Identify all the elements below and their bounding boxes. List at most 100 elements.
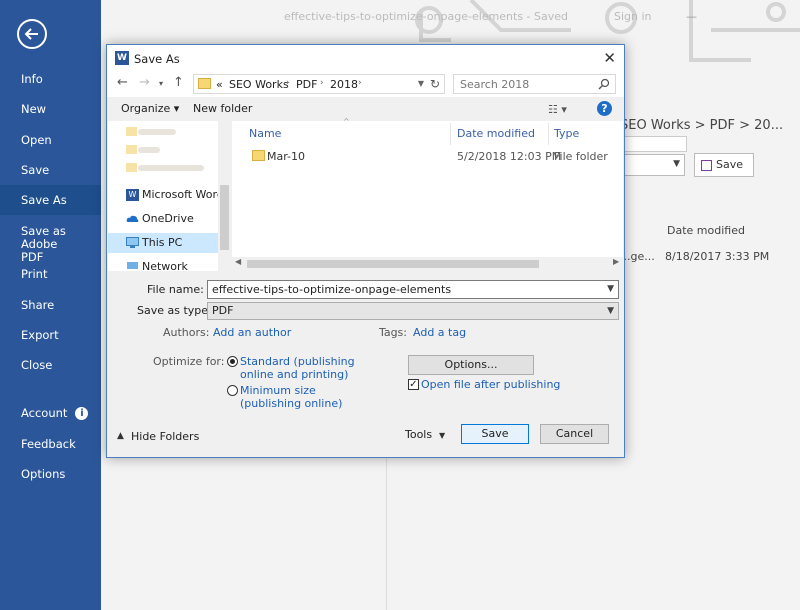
word-icon: W [126,189,139,201]
nav-item-network[interactable]: Network [108,257,218,271]
backstage-sidebar: Info New Open Save Save As Save as Adobe… [0,0,101,610]
address-bar[interactable]: « SEO Works › PDF › 2018 › ▼ ↻ [193,74,445,94]
column-divider[interactable] [450,123,451,145]
breadcrumb-pdf[interactable]: PDF [296,78,317,91]
authors-label: Authors: [163,326,210,339]
address-overflow[interactable]: « [216,78,223,91]
nav-item-this-pc[interactable]: This PC [108,233,218,253]
optimize-minimum-radio[interactable] [227,385,238,396]
file-name-input[interactable]: effective-tips-to-optimize-onpage-elemen… [207,280,619,299]
tools-button[interactable]: Tools [405,428,432,441]
organize-button[interactable]: Organize ▾ [121,102,179,115]
blurred-folder-label [138,165,204,171]
backstage-save-button[interactable]: Save [694,153,754,177]
forward-arrow-icon[interactable]: → [139,75,150,90]
nav-item-microsoft-word[interactable]: W Microsoft Word [108,185,218,205]
sidebar-item-save[interactable]: Save [0,155,101,185]
close-icon[interactable]: ✕ [603,49,616,67]
breadcrumb-seo-works[interactable]: SEO Works [229,78,289,91]
minimize-button[interactable]: — [686,10,697,23]
recent-locations-icon[interactable]: ▾ [159,79,163,88]
file-row-type: File folder [554,150,608,163]
cloud-icon [126,215,139,222]
search-icon [598,78,610,90]
file-list-scroll-thumb[interactable] [247,260,539,268]
optimize-minimum-label[interactable]: Minimum size (publishing online) [240,384,342,410]
backstage-path: SEO Works > PDF > 20... [620,118,784,133]
hide-folders-button[interactable]: Hide Folders [131,430,199,443]
optimize-minimum-line1: Minimum size [240,384,316,397]
back-button[interactable] [17,19,47,49]
up-arrow-icon[interactable]: ↑ [173,75,184,90]
view-options-icon[interactable]: ☷ ▾ [548,103,567,116]
column-header-type[interactable]: Type [554,127,579,140]
column-header-name[interactable]: Name [249,127,281,140]
sidebar-item-feedback[interactable]: Feedback [0,429,101,459]
sidebar-item-options[interactable]: Options [0,459,101,489]
sidebar-item-account[interactable]: Account i [0,398,101,428]
folder-icon [126,127,137,136]
backstage-format-dropdown[interactable]: ▼ [620,154,685,176]
save-as-type-select[interactable]: PDF ▼ [207,302,619,320]
sidebar-item-share[interactable]: Share [0,290,101,320]
file-row-name[interactable]: Mar-10 [267,150,305,163]
navigation-scroll-thumb[interactable] [220,185,229,250]
blurred-folder-label [138,129,176,135]
sidebar-item-info[interactable]: Info [0,64,101,94]
optimize-standard-label[interactable]: Standard (publishing online and printing) [240,355,355,381]
sidebar-item-save-as-adobe-pdf[interactable]: Save as Adobe PDF [0,223,80,264]
chevron-up-icon[interactable]: ▲ [117,431,124,441]
chevron-right-icon[interactable]: › [286,78,290,88]
chevron-down-icon[interactable]: ▼ [439,431,445,440]
dialog-toolbar [107,97,624,121]
sign-in-link[interactable]: Sign in [614,10,652,23]
save-as-dialog: W Save As ✕ ← → ▾ ↑ « SEO Works › PDF › … [106,44,625,458]
dialog-title: Save As [134,52,180,66]
folder-icon [252,150,265,161]
sort-ascending-icon: ^ [343,117,350,126]
open-after-publishing-label[interactable]: Open file after publishing [421,378,560,391]
open-after-publishing-checkbox[interactable]: ✓ [408,379,419,390]
sidebar-item-save-as[interactable]: Save As [0,185,101,215]
save-as-type-label: Save as type: [137,304,212,317]
nav-item-onedrive[interactable]: OneDrive [108,209,218,229]
computer-icon [126,237,139,248]
column-header-date[interactable]: Date modified [457,127,535,140]
add-author-link[interactable]: Add an author [213,326,291,339]
backstage-row-name[interactable]: ...ge... [620,250,655,263]
save-button[interactable]: Save [461,424,529,444]
sidebar-item-close[interactable]: Close [0,350,101,380]
blurred-folder-label [138,147,160,153]
chevron-down-icon[interactable]: ▼ [418,79,424,88]
search-input[interactable]: Search 2018 [453,74,616,94]
column-divider[interactable] [548,123,549,145]
back-arrow-icon[interactable]: ← [117,75,128,90]
sidebar-item-export[interactable]: Export [0,320,101,350]
scroll-right-icon[interactable]: ▶ [613,257,619,266]
backstage-filename-field[interactable] [620,136,687,152]
dialog-titlebar: W Save As ✕ [107,45,624,72]
breadcrumb-2018[interactable]: 2018 [330,78,358,91]
folder-icon [198,78,211,89]
optimize-minimum-line2: (publishing online) [240,397,343,410]
help-icon[interactable]: ? [597,101,612,116]
optimize-standard-radio[interactable] [227,356,238,367]
refresh-icon[interactable]: ↻ [430,77,440,91]
file-row-date: 5/2/2018 12:03 PM [457,150,562,163]
save-as-type-value: PDF [212,304,234,317]
add-tag-link[interactable]: Add a tag [413,326,466,339]
new-folder-button[interactable]: New folder [193,102,252,115]
cancel-button[interactable]: Cancel [540,424,609,444]
scroll-left-icon[interactable]: ◀ [235,257,241,266]
optimize-for-label: Optimize for: [153,355,225,368]
document-title: effective-tips-to-optimize-onpage-elemen… [284,10,568,23]
nav-item-label: This PC [142,236,183,249]
sidebar-item-open[interactable]: Open [0,125,101,155]
chevron-down-icon[interactable]: ▼ [607,303,614,319]
options-button[interactable]: Options... [408,355,534,375]
sidebar-item-print[interactable]: Print [0,259,101,289]
chevron-right-icon[interactable]: › [358,78,362,88]
sidebar-item-new[interactable]: New [0,94,101,124]
chevron-right-icon[interactable]: › [320,78,324,88]
chevron-down-icon[interactable]: ▼ [607,281,614,298]
